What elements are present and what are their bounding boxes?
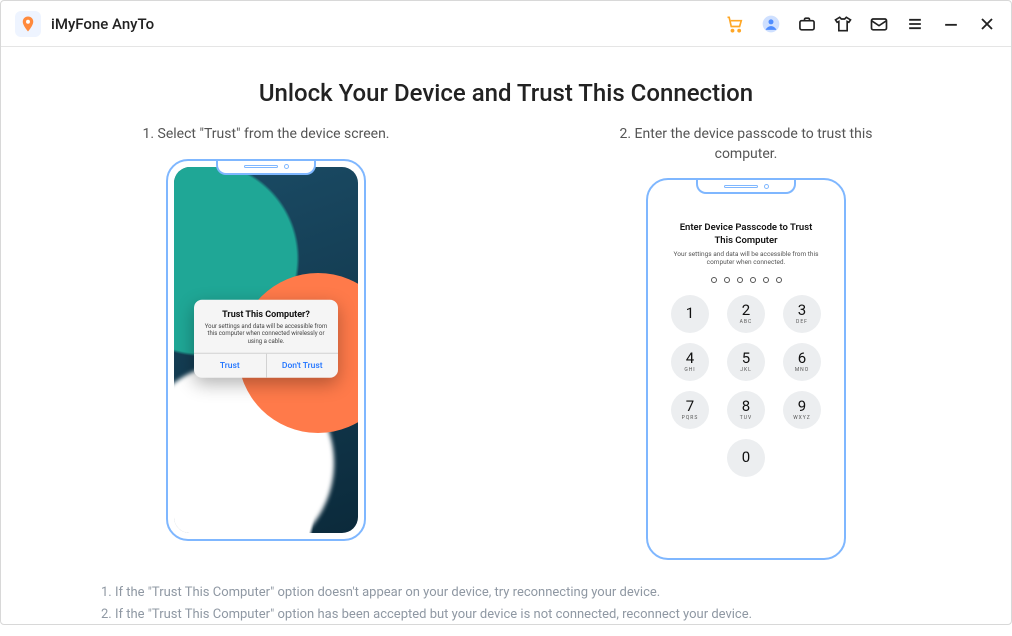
step2-caption: 2. Enter the device passcode to trust th… (606, 125, 886, 164)
phone-mockup-trust: Trust This Computer? Your settings and d… (166, 159, 366, 541)
page-title: Unlock Your Device and Trust This Connec… (41, 79, 971, 107)
phone-mockup-passcode: Enter Device Passcode to Trust This Comp… (646, 178, 846, 560)
footnote-1: 1. If the "Trust This Computer" option d… (101, 582, 911, 604)
app-title: iMyFone AnyTo (51, 15, 154, 33)
close-icon[interactable] (977, 14, 997, 34)
keypad-1: 1 (671, 295, 709, 333)
footnote-2: 2. If the "Trust This Computer" option h… (101, 604, 911, 626)
mail-icon[interactable] (869, 14, 889, 34)
step1-panel: 1. Select "Trust" from the device screen… (126, 125, 406, 560)
keypad-2: 2ABC (727, 295, 765, 333)
passcode-dots (654, 277, 838, 283)
passcode-subtitle: Your settings and data will be accessibl… (654, 247, 838, 267)
keypad-8: 8TUV (727, 391, 765, 429)
app-logo (15, 11, 41, 37)
briefcase-icon[interactable] (797, 14, 817, 34)
step2-panel: 2. Enter the device passcode to trust th… (606, 125, 886, 560)
trust-button: Trust (194, 354, 267, 378)
keypad: 1 2ABC 3DEF 4GHI 5JKL 6MNO 7PQRS 8TUV 9W… (654, 295, 838, 477)
keypad-4: 4GHI (671, 343, 709, 381)
dialog-title: Trust This Computer? (202, 309, 330, 319)
keypad-5: 5JKL (727, 343, 765, 381)
keypad-0: 0 (727, 439, 765, 477)
keypad-9: 9WXYZ (783, 391, 821, 429)
keypad-7: 7PQRS (671, 391, 709, 429)
menu-icon[interactable] (905, 14, 925, 34)
account-icon[interactable] (761, 14, 781, 34)
passcode-title: Enter Device Passcode to Trust This Comp… (654, 222, 838, 247)
keypad-3: 3DEF (783, 295, 821, 333)
dialog-message: Your settings and data will be accessibl… (202, 322, 330, 345)
trust-dialog: Trust This Computer? Your settings and d… (194, 299, 338, 378)
footnotes: 1. If the "Trust This Computer" option d… (41, 582, 971, 626)
step1-caption: 1. Select "Trust" from the device screen… (142, 125, 389, 145)
cart-icon[interactable] (725, 14, 745, 34)
dont-trust-button: Don't Trust (267, 354, 339, 378)
titlebar: iMyFone AnyTo (1, 1, 1011, 47)
minimize-icon[interactable] (941, 14, 961, 34)
shirt-icon[interactable] (833, 14, 853, 34)
keypad-6: 6MNO (783, 343, 821, 381)
